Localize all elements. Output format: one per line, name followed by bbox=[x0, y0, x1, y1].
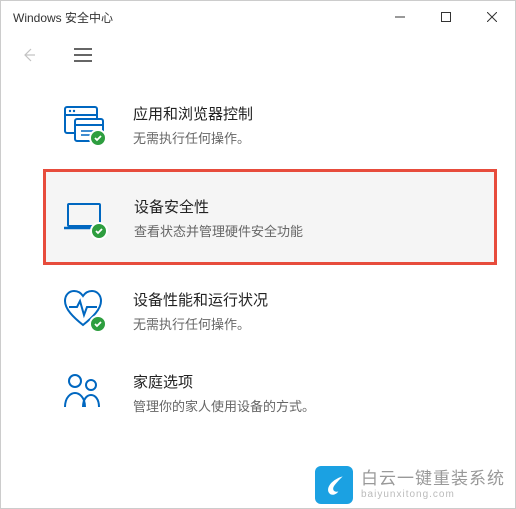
family-icon bbox=[61, 369, 105, 413]
item-device-security[interactable]: 设备安全性 查看状态并管理硬件安全功能 bbox=[43, 169, 497, 265]
window-title: Windows 安全中心 bbox=[13, 9, 113, 26]
watermark: 白云一键重装系统 baiyunxitong.com bbox=[305, 460, 515, 508]
hamburger-icon bbox=[74, 48, 92, 62]
item-app-browser-control[interactable]: 应用和浏览器控制 无需执行任何操作。 bbox=[1, 83, 515, 165]
minimize-button[interactable] bbox=[377, 1, 423, 33]
back-button bbox=[17, 43, 41, 67]
window-frame: Windows 安全中心 bbox=[0, 0, 516, 509]
checkmark-icon bbox=[93, 319, 103, 329]
status-ok-badge bbox=[89, 315, 107, 333]
item-family-options[interactable]: 家庭选项 管理你的家人使用设备的方式。 bbox=[1, 351, 515, 433]
watermark-logo-icon bbox=[315, 466, 353, 504]
item-text: 设备性能和运行状况 无需执行任何操作。 bbox=[133, 287, 268, 333]
status-ok-badge bbox=[89, 129, 107, 147]
health-icon bbox=[61, 287, 105, 331]
item-desc: 查看状态并管理硬件安全功能 bbox=[134, 221, 303, 240]
checkmark-icon bbox=[93, 133, 103, 143]
window-controls bbox=[377, 1, 515, 33]
item-text: 设备安全性 查看状态并管理硬件安全功能 bbox=[134, 194, 303, 240]
item-desc: 管理你的家人使用设备的方式。 bbox=[133, 396, 315, 415]
minimize-icon bbox=[395, 12, 405, 22]
back-arrow-icon bbox=[21, 47, 37, 63]
item-title: 家庭选项 bbox=[133, 371, 315, 392]
checkmark-icon bbox=[94, 226, 104, 236]
nav-row bbox=[1, 33, 515, 77]
item-desc: 无需执行任何操作。 bbox=[133, 314, 268, 333]
item-desc: 无需执行任何操作。 bbox=[133, 128, 253, 147]
watermark-sub: baiyunxitong.com bbox=[361, 489, 505, 500]
close-icon bbox=[487, 12, 497, 22]
watermark-text: 白云一键重装系统 baiyunxitong.com bbox=[361, 470, 505, 500]
status-ok-badge bbox=[90, 222, 108, 240]
watermark-title: 白云一键重装系统 bbox=[361, 470, 505, 489]
app-browser-icon bbox=[61, 101, 105, 145]
item-title: 设备性能和运行状况 bbox=[133, 289, 268, 310]
device-security-icon bbox=[62, 194, 106, 238]
item-text: 应用和浏览器控制 无需执行任何操作。 bbox=[133, 101, 253, 147]
maximize-icon bbox=[441, 12, 451, 22]
hamburger-menu-button[interactable] bbox=[71, 43, 95, 67]
item-device-performance-health[interactable]: 设备性能和运行状况 无需执行任何操作。 bbox=[1, 269, 515, 351]
titlebar: Windows 安全中心 bbox=[1, 1, 515, 33]
item-title: 应用和浏览器控制 bbox=[133, 103, 253, 124]
item-title: 设备安全性 bbox=[134, 196, 303, 217]
close-button[interactable] bbox=[469, 1, 515, 33]
maximize-button[interactable] bbox=[423, 1, 469, 33]
content-area: 应用和浏览器控制 无需执行任何操作。 设备安全性 查看状态并管理硬件安全功能 bbox=[1, 77, 515, 433]
item-text: 家庭选项 管理你的家人使用设备的方式。 bbox=[133, 369, 315, 415]
